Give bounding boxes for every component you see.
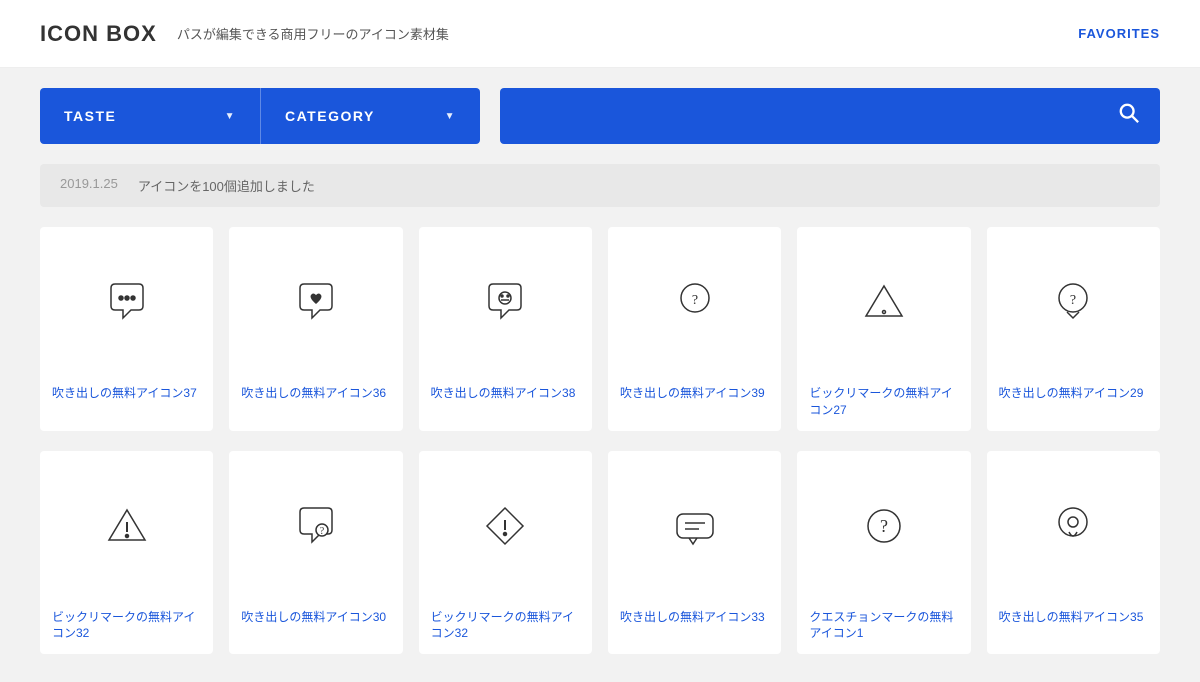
icon-grid-row1: 吹き出しの無料アイコン37 吹き出しの無料アイコン36 吹き出しの無料アイコン3…	[0, 207, 1200, 451]
svg-text:?: ?	[880, 516, 888, 536]
icon-preview: ?	[987, 227, 1160, 377]
list-item[interactable]: 吹き出しの無料アイコン37	[40, 227, 213, 431]
svg-text:?: ?	[1070, 293, 1076, 308]
diamond-exclaim-icon	[481, 502, 529, 550]
triangle-exclaim-icon	[860, 278, 908, 326]
icon-label: 吹き出しの無料アイコン36	[229, 377, 402, 414]
chat-dots-icon	[103, 278, 151, 326]
icon-grid-row2: ビックリマークの無料アイコン32 ? ? 吹き出しの無料アイコン30 ビックリマ…	[0, 451, 1200, 675]
list-item[interactable]: ? 吹き出しの無料アイコン39	[608, 227, 781, 431]
search-icon	[1118, 102, 1140, 124]
icon-label: 吹き出しの無料アイコン39	[608, 377, 781, 414]
icon-preview	[40, 451, 213, 601]
icon-preview	[419, 227, 592, 377]
icon-label: 吹き出しの無料アイコン33	[608, 601, 781, 638]
icon-preview: ? ?	[229, 451, 402, 601]
list-item[interactable]: ? クエスチョンマークの無料アイコン1	[797, 451, 970, 655]
icon-preview: ?	[797, 451, 970, 601]
icon-label: ビックリマークの無料アイコン32	[40, 601, 213, 655]
list-item[interactable]: 吹き出しの無料アイコン35	[987, 451, 1160, 655]
search-button[interactable]	[1118, 102, 1140, 130]
chat-question2-icon: ? ?	[292, 502, 340, 550]
list-item[interactable]: ? 吹き出しの無料アイコン29	[987, 227, 1160, 431]
taste-chevron-icon: ▼	[225, 111, 236, 122]
category-chevron-icon: ▼	[445, 111, 456, 122]
chat-minus-icon	[481, 278, 529, 326]
notice-date: 2019.1.25	[60, 176, 118, 195]
chat-heart-icon	[292, 278, 340, 326]
svg-text:?: ?	[692, 293, 698, 308]
svg-text:?: ?	[320, 526, 325, 537]
list-item[interactable]: ビックリマークの無料アイコン27	[797, 227, 970, 431]
list-item[interactable]: 吹き出しの無料アイコン38	[419, 227, 592, 431]
icon-label: ビックリマークの無料アイコン32	[419, 601, 592, 655]
category-label: CATEGORY	[285, 108, 375, 124]
icon-label: 吹き出しの無料アイコン37	[40, 377, 213, 414]
notice-bar: 2019.1.25 アイコンを100個追加しました	[40, 164, 1160, 207]
list-item[interactable]: 吹き出しの無料アイコン36	[229, 227, 402, 431]
circle-question-icon: ?	[860, 502, 908, 550]
logo[interactable]: ICON BOX	[40, 21, 157, 47]
icon-preview: ?	[608, 227, 781, 377]
icon-preview	[229, 227, 402, 377]
icon-label: 吹き出しの無料アイコン29	[987, 377, 1160, 414]
notice-message: アイコンを100個追加しました	[138, 176, 315, 195]
list-item[interactable]: 吹き出しの無料アイコン33	[608, 451, 781, 655]
icon-label: 吹き出しの無料アイコン30	[229, 601, 402, 638]
header-left: ICON BOX パスが編集できる商用フリーのアイコン素材集	[40, 21, 449, 47]
icon-label: ビックリマークの無料アイコン27	[797, 377, 970, 431]
list-item[interactable]: ? ? 吹き出しの無料アイコン30	[229, 451, 402, 655]
header: ICON BOX パスが編集できる商用フリーのアイコン素材集 FAVORITES	[0, 0, 1200, 68]
category-button[interactable]: CATEGORY ▼	[260, 88, 480, 144]
chat-question-bubble-icon: ?	[1049, 278, 1097, 326]
search-bar	[500, 88, 1160, 144]
icon-label: クエスチョンマークの無料アイコン1	[797, 601, 970, 655]
logo-text: ICON BOX	[40, 21, 157, 46]
icon-label: 吹き出しの無料アイコン35	[987, 601, 1160, 638]
icon-preview	[987, 451, 1160, 601]
taste-label: TASTE	[64, 108, 116, 124]
icon-preview	[608, 451, 781, 601]
list-item[interactable]: ビックリマークの無料アイコン32	[40, 451, 213, 655]
chat-question-circle-icon: ?	[671, 278, 719, 326]
triangle-exclaim-outline-icon	[103, 502, 151, 550]
tagline: パスが編集できる商用フリーのアイコン素材集	[177, 24, 449, 43]
icon-preview	[419, 451, 592, 601]
icon-preview	[797, 227, 970, 377]
list-item[interactable]: ビックリマークの無料アイコン32	[419, 451, 592, 655]
chat-flat-icon	[671, 502, 719, 550]
icon-preview	[40, 227, 213, 377]
favorites-link[interactable]: FAVORITES	[1078, 26, 1160, 41]
taste-button[interactable]: TASTE ▼	[40, 88, 260, 144]
chat-pin-icon	[1049, 502, 1097, 550]
icon-label: 吹き出しの無料アイコン38	[419, 377, 592, 414]
filter-bar: TASTE ▼ CATEGORY ▼	[0, 68, 1200, 164]
